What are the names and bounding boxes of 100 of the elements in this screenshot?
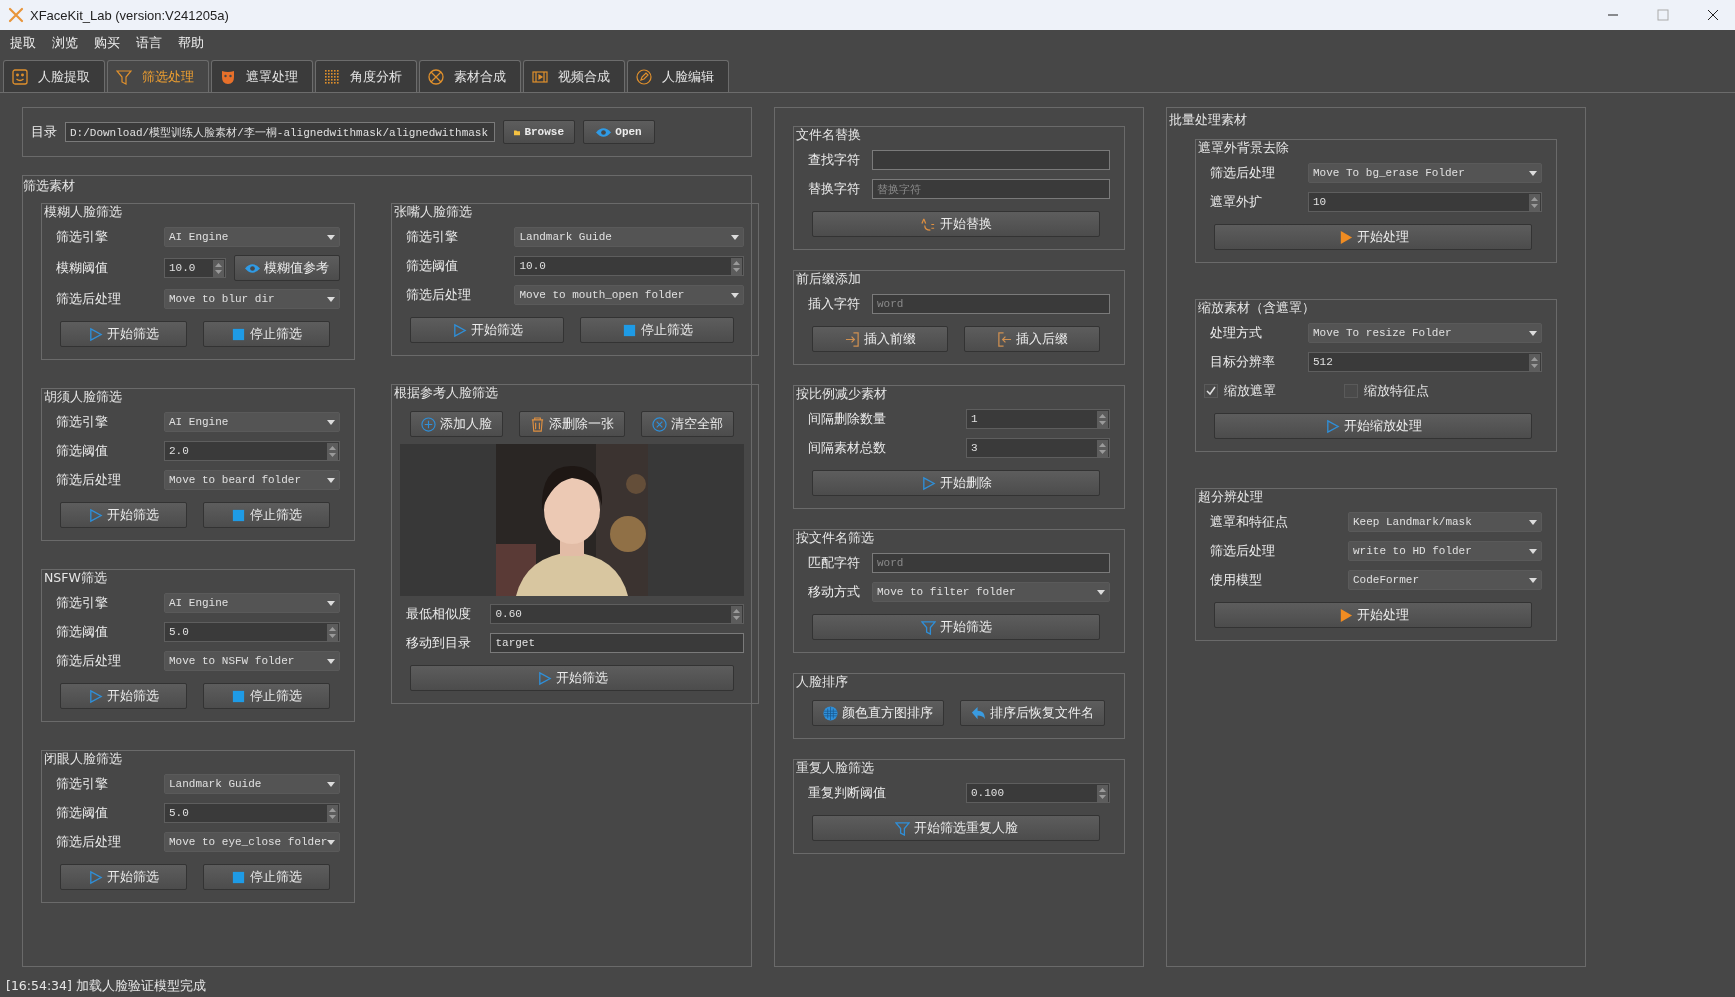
field-label: 筛选引擎 — [55, 413, 109, 431]
dropdown[interactable]: Keep Landmark/mask — [1348, 512, 1542, 532]
menu-item[interactable]: 浏览 — [46, 32, 84, 54]
start-button[interactable]: 开始处理 — [1214, 602, 1532, 628]
field-label: 重复判断阈值 — [807, 784, 887, 802]
dropdown[interactable]: Move to NSFW folder — [164, 651, 341, 671]
tab[interactable]: 遮罩处理 — [211, 60, 313, 92]
dropdown[interactable]: Move To bg_erase Folder — [1308, 163, 1542, 183]
dropdown[interactable]: Move to eye_close folder — [164, 832, 341, 852]
stop-button[interactable]: 停止筛选 — [203, 502, 331, 528]
caret-icon — [327, 839, 336, 845]
replace-button[interactable]: 开始替换 — [812, 211, 1100, 237]
funnel-icon — [116, 68, 132, 85]
dropdown[interactable]: Landmark Guide — [514, 227, 745, 247]
start-button[interactable]: 开始缩放处理 — [1214, 413, 1532, 439]
spin-box[interactable]: 0.60 — [490, 604, 745, 624]
tab[interactable]: 人脸提取 — [3, 60, 105, 92]
restore-button[interactable]: 排序后恢复文件名 — [960, 700, 1105, 726]
dropdown[interactable]: Move To resize Folder — [1308, 323, 1542, 343]
spin-box[interactable]: 512 — [1308, 352, 1542, 372]
menu-item[interactable]: 购买 — [88, 32, 126, 54]
delete-button[interactable]: 添删除一张 — [519, 411, 626, 437]
spin-box[interactable]: 2.0 — [164, 441, 341, 461]
dropdown[interactable]: AI Engine — [164, 412, 341, 432]
start-button[interactable]: 开始筛选 — [60, 321, 188, 347]
play-icon — [88, 326, 104, 342]
dropdown[interactable]: Move to filter folder — [872, 582, 1110, 602]
field-label: 遮罩外扩 — [1209, 193, 1263, 211]
dropdown[interactable]: AI Engine — [164, 593, 341, 613]
start-button[interactable]: 开始删除 — [812, 470, 1100, 496]
start-button[interactable]: 开始筛选 — [60, 864, 188, 890]
grid-globe-icon — [823, 705, 838, 721]
dropdown[interactable]: CodeFormer — [1348, 570, 1542, 590]
preview-button[interactable]: 模糊值参考 — [234, 255, 341, 281]
dropdown[interactable]: AI Engine — [164, 227, 341, 247]
spin-arrows-icon — [1097, 784, 1108, 802]
cross-circle-icon — [652, 416, 668, 432]
stop-button[interactable]: 停止筛选 — [580, 317, 735, 343]
spin-box[interactable]: 10.0 — [514, 256, 745, 276]
prefix-button[interactable]: 插入前缀 — [812, 326, 948, 352]
dropdown[interactable]: Move to beard folder — [164, 470, 341, 490]
field-label: 筛选后处理 — [55, 471, 122, 489]
filter-button[interactable]: 开始筛选重复人脸 — [812, 815, 1100, 841]
spin-box[interactable]: 5.0 — [164, 622, 341, 642]
start-button[interactable]: 开始处理 — [1214, 224, 1532, 250]
dropdown[interactable]: write to HD folder — [1348, 541, 1542, 561]
field-label: 筛选后处理 — [405, 286, 473, 304]
path-field[interactable]: D:/Download/模型训练人脸素材/李一桐-alignedwithmask/alignedwithmask — [65, 122, 495, 142]
tab[interactable]: 视频合成 — [523, 60, 625, 92]
maximize-icon — [1657, 9, 1669, 21]
browse-button[interactable]: Browse — [503, 120, 575, 144]
tab[interactable]: 角度分析 — [315, 60, 417, 92]
dropdown[interactable]: Landmark Guide — [164, 774, 341, 794]
input-field[interactable] — [872, 150, 1110, 170]
group-title: 闭眼人脸筛选 — [44, 751, 124, 768]
group-title: 遮罩外背景去除 — [1198, 140, 1291, 157]
spin-box[interactable]: 1 — [966, 409, 1110, 429]
stop-button[interactable]: 停止筛选 — [203, 864, 331, 890]
group-title: 按比例减少素材 — [796, 386, 889, 403]
suffix-button[interactable]: 插入后缀 — [964, 326, 1100, 352]
close-icon — [1707, 9, 1719, 21]
menu-item[interactable]: 提取 — [4, 32, 42, 54]
checkbox[interactable]: 缩放特征点 — [1344, 382, 1429, 400]
input-field[interactable]: target — [490, 633, 745, 653]
clear-button[interactable]: 清空全部 — [641, 411, 735, 437]
sort-button[interactable]: 颜色直方图排序 — [812, 700, 944, 726]
start-button[interactable]: 开始筛选 — [60, 683, 188, 709]
dropdown[interactable]: Move to mouth_open folder — [514, 285, 745, 305]
field-label: 匹配字符 — [807, 554, 861, 572]
field-label: 筛选阈值 — [55, 442, 109, 460]
tab[interactable]: 筛选处理 — [107, 60, 209, 92]
mask-icon — [220, 68, 236, 85]
preview-button[interactable]: Open — [583, 120, 655, 144]
spin-box[interactable]: 10.0 — [164, 258, 227, 278]
spin-box[interactable]: 10 — [1308, 192, 1542, 212]
funnel-icon — [920, 619, 936, 635]
spin-box[interactable]: 3 — [966, 438, 1110, 458]
stop-button[interactable]: 停止筛选 — [203, 683, 331, 709]
play-icon — [88, 688, 104, 704]
start-button[interactable]: 开始筛选 — [410, 317, 565, 343]
caret-icon — [327, 419, 336, 425]
spin-box[interactable]: 5.0 — [164, 803, 341, 823]
tab[interactable]: 素材合成 — [419, 60, 521, 92]
field-label: 筛选引擎 — [55, 594, 109, 612]
start-button[interactable]: 开始筛选 — [410, 665, 735, 691]
filter-button[interactable]: 开始筛选 — [812, 614, 1100, 640]
menu-item[interactable]: 帮助 — [172, 32, 210, 54]
enter-icon — [844, 331, 860, 347]
field-label: 目录 — [31, 123, 57, 141]
add-button[interactable]: 添加人脸 — [410, 411, 504, 437]
spin-arrows-icon — [1097, 410, 1108, 428]
dropdown[interactable]: Move to blur dir — [164, 289, 341, 309]
menu-item[interactable]: 语言 — [130, 32, 168, 54]
tab[interactable]: 人脸编辑 — [627, 60, 729, 92]
group-title: NSFW筛选 — [44, 570, 109, 587]
field-label: 筛选阈值 — [55, 623, 109, 641]
start-button[interactable]: 开始筛选 — [60, 502, 188, 528]
checkbox[interactable]: 缩放遮罩 — [1204, 382, 1276, 400]
stop-button[interactable]: 停止筛选 — [203, 321, 331, 347]
spin-box[interactable]: 0.100 — [966, 783, 1110, 803]
